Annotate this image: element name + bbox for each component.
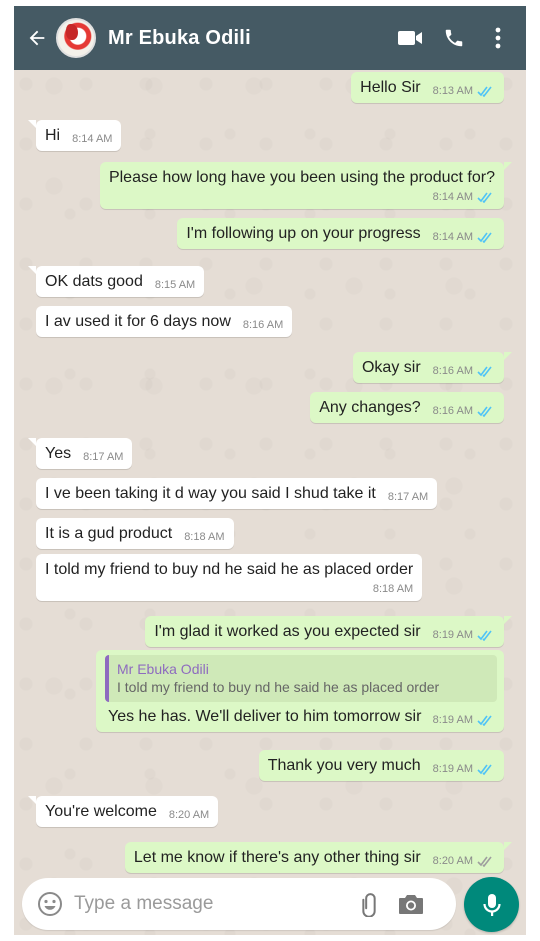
message-text: Any changes?	[319, 399, 421, 416]
message-text: OK dats good	[45, 273, 143, 290]
message-text: It is a gud product	[45, 525, 173, 542]
message-bubble-outgoing[interactable]: Hello Sir 8:13 AM	[351, 72, 504, 103]
message-meta: 8:13 AM	[433, 84, 495, 99]
read-ticks-icon	[477, 715, 495, 726]
quoted-message[interactable]: Mr Ebuka Odili I told my friend to buy n…	[105, 655, 497, 702]
message-time: 8:14 AM	[432, 191, 473, 203]
message-bubble-incoming[interactable]: I told my friend to buy nd he said he as…	[36, 554, 423, 601]
message-meta: 8:20 AM	[169, 808, 209, 823]
read-ticks-icon	[477, 232, 495, 243]
message-time: 8:18 AM	[184, 531, 225, 543]
message-time: 8:16 AM	[432, 365, 473, 377]
message-bubble-incoming[interactable]: It is a gud product 8:18 AM	[36, 518, 234, 549]
message-input[interactable]	[74, 893, 344, 915]
message-time: 8:14 AM	[72, 133, 113, 145]
read-ticks-icon	[477, 764, 495, 775]
video-call-icon[interactable]	[388, 16, 432, 60]
read-ticks-icon	[477, 406, 495, 417]
message-meta: 8:19 AM	[433, 628, 495, 643]
message-meta: 8:19 AM	[433, 762, 495, 777]
message-time: 8:16 AM	[432, 405, 473, 417]
message-meta: 8:16 AM	[433, 364, 495, 379]
quoted-text: I told my friend to buy nd he said he as…	[117, 679, 440, 695]
message-meta: 8:17 AM	[83, 450, 123, 465]
message-time: 8:17 AM	[83, 451, 124, 463]
message-meta: 8:16 AM	[433, 404, 495, 419]
message-bubble-incoming[interactable]: Hi 8:14 AM	[27, 120, 122, 151]
message-bubble-incoming[interactable]: You're welcome 8:20 AM	[27, 796, 219, 827]
message-text: Thank you very much	[267, 757, 421, 774]
message-text: I told my friend to buy nd he said he as…	[45, 561, 414, 578]
message-bubble-outgoing[interactable]: I'm following up on your progress 8:14 A…	[177, 218, 504, 249]
message-composer	[22, 878, 456, 930]
message-meta: 8:18 AM	[45, 582, 413, 597]
message-bubble-outgoing[interactable]: Thank you very much 8:19 AM	[258, 750, 504, 781]
message-time: 8:17 AM	[387, 491, 429, 503]
message-bubble-incoming[interactable]: OK dats good 8:15 AM	[27, 266, 205, 297]
contact-avatar[interactable]	[56, 18, 96, 58]
message-time: 8:15 AM	[154, 279, 196, 291]
message-bubble-incoming[interactable]: Yes 8:17 AM	[27, 438, 133, 469]
message-text: Okay sir	[361, 359, 421, 376]
message-time: 8:19 AM	[432, 629, 473, 641]
message-text: Please how long have you been using the …	[108, 169, 495, 186]
message-meta: 8:17 AM	[388, 490, 428, 505]
message-bubble-outgoing-reply[interactable]: Mr Ebuka Odili I told my friend to buy n…	[96, 650, 504, 732]
message-meta: 8:14 AM	[109, 190, 495, 205]
message-bubble-outgoing[interactable]: Okay sir 8:16 AM	[352, 352, 513, 383]
message-bubble-outgoing[interactable]: I'm glad it worked as you expected sir 8…	[145, 616, 512, 647]
message-text: Hello Sir	[360, 79, 421, 96]
camera-icon[interactable]	[396, 889, 426, 919]
phone-call-icon[interactable]	[432, 16, 476, 60]
message-text: I'm glad it worked as you expected sir	[154, 623, 421, 640]
message-text: Yes	[45, 445, 72, 462]
message-meta: 8:18 AM	[184, 530, 224, 545]
message-meta: 8:20 AM	[433, 854, 495, 869]
message-time: 8:14 AM	[432, 231, 473, 243]
message-meta: 8:16 AM	[243, 318, 283, 333]
message-meta: 8:15 AM	[155, 278, 195, 293]
message-time: 8:13 AM	[432, 85, 473, 97]
read-ticks-icon	[477, 366, 495, 377]
more-options-icon[interactable]	[476, 16, 520, 60]
message-time: 8:18 AM	[372, 583, 414, 595]
message-text: You're welcome	[45, 803, 157, 820]
contact-name[interactable]: Mr Ebuka Odili	[108, 27, 388, 50]
read-ticks-icon	[477, 630, 495, 641]
microphone-icon	[482, 893, 501, 916]
message-text: Yes he has. We'll deliver to him tomorro…	[108, 708, 422, 725]
message-text: Let me know if there's any other thing s…	[133, 849, 421, 866]
chat-header: Mr Ebuka Odili	[14, 6, 526, 70]
message-meta: 8:14 AM	[433, 230, 495, 245]
microphone-button[interactable]	[464, 877, 519, 932]
message-bubble-outgoing[interactable]: Please how long have you been using the …	[99, 162, 513, 209]
chat-screen: Mr Ebuka Odili Hello Sir 8:13 AM Hi 8:14…	[14, 6, 526, 935]
message-text: I av used it for 6 days now	[45, 313, 231, 330]
back-arrow-icon[interactable]	[22, 23, 52, 53]
message-bubble-incoming[interactable]: I av used it for 6 days now 8:16 AM	[36, 306, 293, 337]
message-bubble-incoming[interactable]: I ve been taking it d way you said I shu…	[36, 478, 438, 509]
message-meta: 8:19 AM	[433, 713, 495, 728]
message-time: 8:20 AM	[168, 809, 210, 821]
message-text: I ve been taking it d way you said I shu…	[45, 485, 376, 502]
read-ticks-icon	[477, 86, 495, 97]
message-text: I'm following up on your progress	[186, 225, 421, 242]
message-bubble-outgoing[interactable]: Any changes? 8:16 AM	[310, 392, 504, 423]
quoted-author: Mr Ebuka Odili	[117, 661, 209, 677]
attachment-icon[interactable]	[354, 889, 384, 919]
delivered-ticks-icon	[477, 856, 495, 867]
message-time: 8:19 AM	[432, 763, 473, 775]
message-time: 8:19 AM	[432, 714, 473, 726]
message-time: 8:20 AM	[432, 855, 473, 867]
read-ticks-icon	[477, 192, 495, 203]
message-meta: 8:14 AM	[72, 132, 112, 147]
emoji-icon[interactable]	[36, 890, 64, 918]
message-text: Hi	[45, 127, 61, 144]
message-time: 8:16 AM	[242, 319, 284, 331]
message-bubble-outgoing[interactable]: Let me know if there's any other thing s…	[124, 842, 513, 873]
